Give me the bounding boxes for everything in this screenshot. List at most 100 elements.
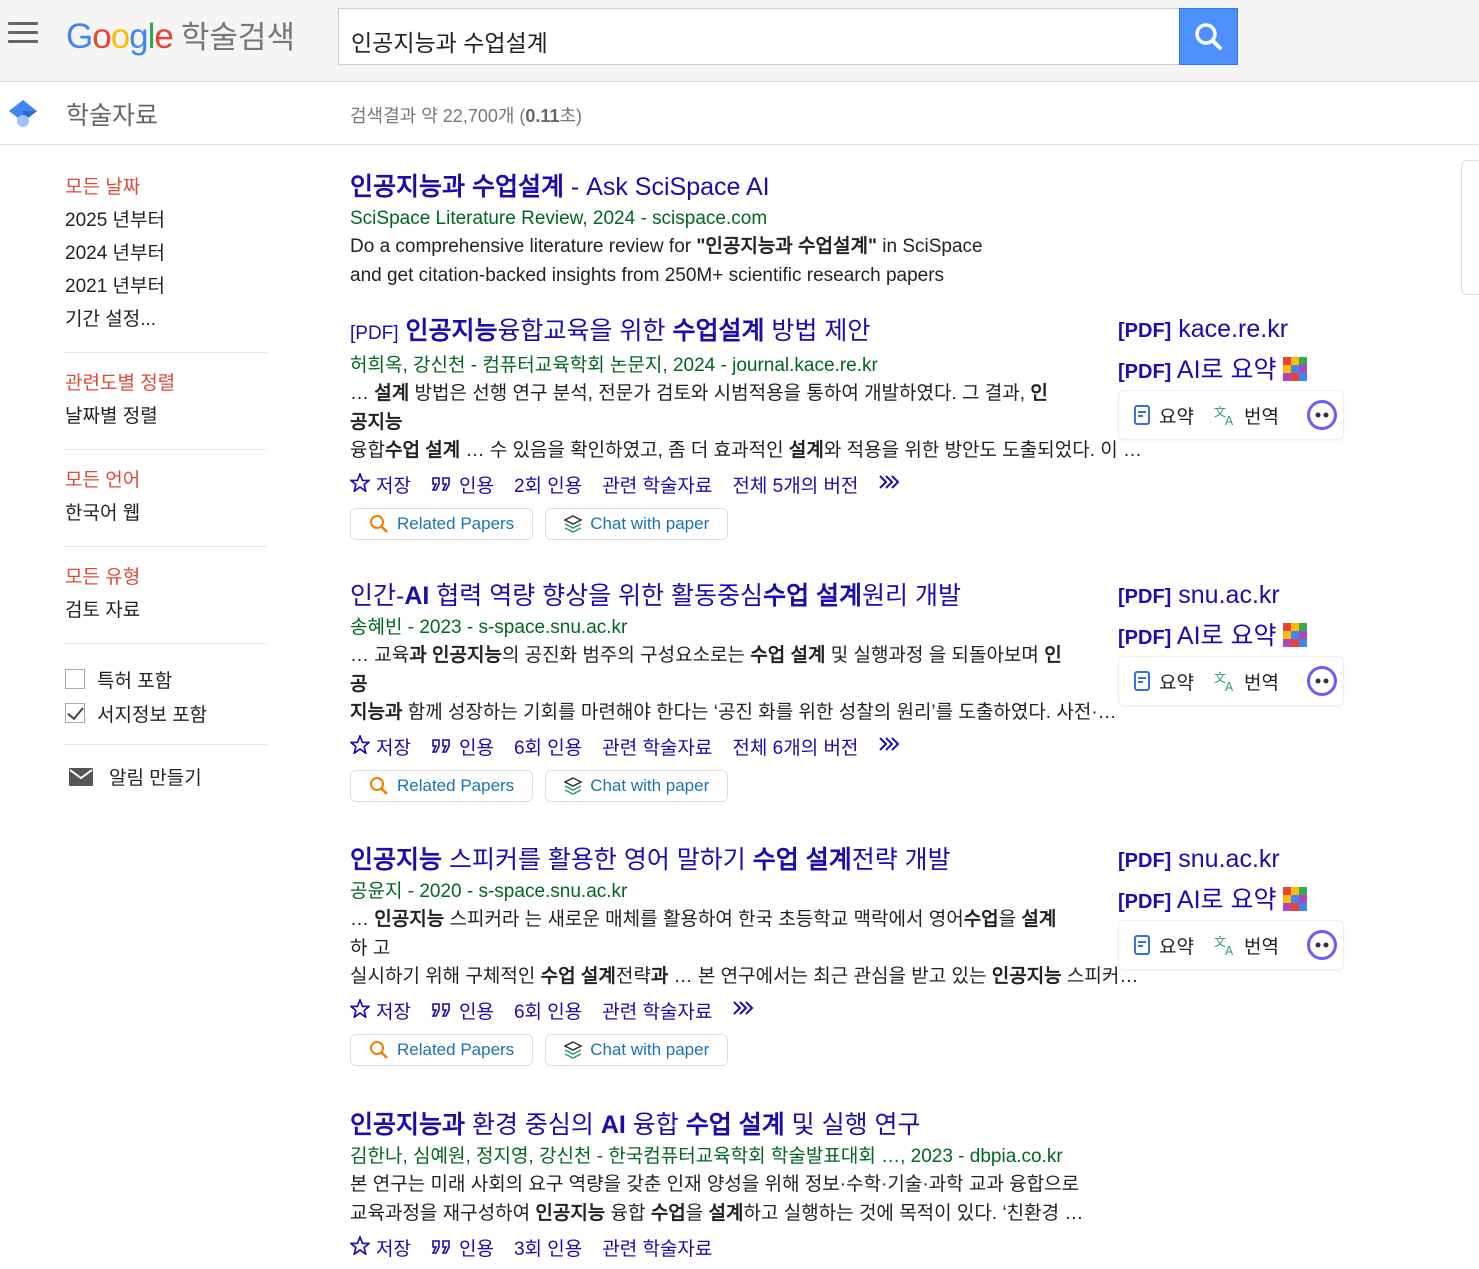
save-link[interactable]: 저장 xyxy=(348,997,411,1024)
checkbox-group: 특허 포함 서지정보 포함 xyxy=(65,662,267,745)
result-title-link[interactable]: 인공지능 스피커를 활용한 영어 말하기 수업 설계전략 개발 xyxy=(350,844,1180,876)
cite-link[interactable]: 인용 xyxy=(431,1234,494,1261)
plugin-buttons: Related Papers Chat with paper xyxy=(350,1033,1180,1066)
save-link[interactable]: 저장 xyxy=(348,1233,411,1261)
more-chevron-icon[interactable] xyxy=(732,1000,754,1022)
summarize-label: 요약 xyxy=(1159,936,1194,958)
more-chevron-icon[interactable] xyxy=(878,736,900,758)
pdf-label: [PDF] xyxy=(1118,891,1172,913)
related-papers-label: Related Papers xyxy=(397,775,515,795)
chat-with-paper-button[interactable]: Chat with paper xyxy=(545,769,729,802)
cited-by-link[interactable]: 6회 인용 xyxy=(514,733,582,760)
ai-assistant-icon[interactable] xyxy=(1307,666,1337,696)
cite-link[interactable]: 인용 xyxy=(431,997,494,1024)
quote-icon xyxy=(431,1003,450,1017)
include-patents-checkbox[interactable]: 특허 포함 xyxy=(65,662,267,696)
result-title-link[interactable]: 인공지능과 수업설계 - Ask SciSpace AI xyxy=(350,171,1180,203)
ai-summary-label: AI로 요약 xyxy=(1176,622,1277,650)
all-versions-link[interactable]: 전체 6개의 버전 xyxy=(732,733,858,760)
result-meta: 송혜빈 - 2023 - s-space.snu.ac.kr xyxy=(350,617,628,638)
checkbox-box[interactable] xyxy=(65,703,85,723)
more-chevron-icon[interactable] xyxy=(878,474,900,496)
pdf-label: [PDF] xyxy=(1118,320,1172,342)
translate-label: 번역 xyxy=(1243,672,1279,694)
ai-summary-link[interactable]: [PDF] AI로 요약 xyxy=(1118,616,1348,651)
translate-button[interactable]: 文 A 번역 xyxy=(1214,402,1279,429)
google-scholar-logo[interactable]: Google 학술검색 xyxy=(66,12,295,57)
date-filter-2021[interactable]: 2021 년부터 xyxy=(65,274,267,307)
sort-date[interactable]: 날짜별 정렬 xyxy=(65,404,267,437)
lang-all[interactable]: 모든 언어 xyxy=(65,468,267,501)
result-count: 검색결과 약 22,700개 (0.11초) xyxy=(350,102,582,128)
cite-link[interactable]: 인용 xyxy=(431,471,494,498)
date-filter-custom[interactable]: 기간 설정... xyxy=(65,307,267,340)
search-result: 인공지능 스피커를 활용한 영어 말하기 수업 설계전략 개발 공윤지 - 20… xyxy=(348,844,1180,1066)
cited-by-link[interactable]: 6회 인용 xyxy=(514,997,582,1024)
summarize-button[interactable]: 요약 xyxy=(1133,402,1194,429)
plugin-buttons: Related Papers Chat with paper xyxy=(350,769,1180,802)
sort-relevance[interactable]: 관련도별 정렬 xyxy=(65,371,267,404)
search-input[interactable]: 인공지능과 수업설계 xyxy=(338,8,1179,65)
related-articles-link[interactable]: 관련 학술자료 xyxy=(602,1234,712,1261)
create-alert-button[interactable]: 알림 만들기 xyxy=(65,763,267,790)
related-papers-button[interactable]: Related Papers xyxy=(350,1033,534,1066)
ai-summary-label: AI로 요약 xyxy=(1176,886,1277,914)
translate-button[interactable]: 文 A 번역 xyxy=(1214,668,1279,695)
translate-button[interactable]: 文 A 번역 xyxy=(1214,932,1279,959)
related-articles-link[interactable]: 관련 학술자료 xyxy=(602,733,712,760)
translate-label: 번역 xyxy=(1243,406,1279,428)
svg-text:A: A xyxy=(1225,414,1234,426)
lang-korean[interactable]: 한국어 웹 xyxy=(65,501,267,534)
cited-by-link[interactable]: 3회 인용 xyxy=(514,1234,582,1261)
related-papers-button[interactable]: Related Papers xyxy=(350,769,534,802)
summarize-button[interactable]: 요약 xyxy=(1133,932,1194,959)
date-filter-2025[interactable]: 2025 년부터 xyxy=(65,208,267,241)
date-filter-any[interactable]: 모든 날짜 xyxy=(65,175,267,208)
pdf-domain: snu.ac.kr xyxy=(1178,845,1280,873)
cite-link[interactable]: 인용 xyxy=(431,733,494,760)
side-panel-tab[interactable] xyxy=(1461,160,1479,295)
ai-summary-link[interactable]: [PDF] AI로 요약 xyxy=(1118,880,1348,915)
translate-icon: 文A xyxy=(1214,404,1234,426)
checkbox-box[interactable] xyxy=(65,669,85,689)
cited-by-link[interactable]: 2회 인용 xyxy=(514,471,582,498)
result-title-link[interactable]: 인공지능과 환경 중심의 AI 융합 수업 설계 및 실행 연구 xyxy=(350,1109,1180,1141)
star-icon xyxy=(348,1233,372,1256)
related-papers-button[interactable]: Related Papers xyxy=(350,507,534,540)
quote-icon xyxy=(431,1239,450,1254)
type-all[interactable]: 모든 유형 xyxy=(65,565,267,598)
search-button[interactable] xyxy=(1179,8,1238,65)
result-snippet: 본 연구는 미래 사회의 요구 역량을 갖춘 인재 양성을 위해 정보·수학·기… xyxy=(350,1174,1084,1224)
pdf-tag: [PDF] xyxy=(350,323,399,344)
all-versions-link[interactable]: 전체 5개의 버전 xyxy=(732,471,858,498)
type-review[interactable]: 검토 자료 xyxy=(65,598,267,631)
related-articles-link[interactable]: 관련 학술자료 xyxy=(602,997,712,1024)
chat-with-paper-button[interactable]: Chat with paper xyxy=(545,507,729,540)
checkbox-label: 서지정보 포함 xyxy=(97,704,208,726)
chat-with-paper-button[interactable]: Chat with paper xyxy=(545,1033,729,1066)
include-citations-checkbox[interactable]: 서지정보 포함 xyxy=(65,696,267,730)
hamburger-menu-icon[interactable] xyxy=(8,22,38,44)
ai-summary-link[interactable]: [PDF] AI로 요약 xyxy=(1118,350,1348,385)
summarize-label: 요약 xyxy=(1159,672,1194,694)
color-grid-icon xyxy=(1283,623,1308,647)
related-articles-link[interactable]: 관련 학술자료 xyxy=(602,471,712,498)
date-filter-2024[interactable]: 2024 년부터 xyxy=(65,241,267,274)
search-icon xyxy=(1195,23,1222,50)
pdf-link[interactable]: [PDF] snu.ac.kr xyxy=(1118,581,1348,616)
save-link[interactable]: 저장 xyxy=(348,733,411,760)
result-title-link[interactable]: [PDF] 인공지능융합교육을 위한 수업설계 방법 제안 xyxy=(350,315,1180,350)
pdf-link[interactable]: [PDF] kace.re.kr xyxy=(1118,315,1348,350)
save-label: 저장 xyxy=(376,738,411,759)
logo-letter: G xyxy=(66,17,93,56)
pdf-label: [PDF] xyxy=(1118,361,1172,383)
ai-assistant-icon[interactable] xyxy=(1307,930,1337,960)
result-title-link[interactable]: 인간-AI 협력 역량 향상을 위한 활동중심수업 설계원리 개발 xyxy=(350,580,1180,612)
ai-assistant-icon[interactable] xyxy=(1307,400,1337,430)
save-link[interactable]: 저장 xyxy=(348,471,411,498)
search-result: 인공지능과 수업설계 - Ask SciSpace AI SciSpace Li… xyxy=(350,171,1180,290)
language-group: 모든 언어 한국어 웹 xyxy=(65,468,267,547)
pdf-link[interactable]: [PDF] snu.ac.kr xyxy=(1118,845,1348,880)
result-snippet: … 설계 방법은 선행 연구 분석, 전문가 검토와 시범적용을 통하여 개발하… xyxy=(350,383,1143,461)
summarize-button[interactable]: 요약 xyxy=(1133,668,1194,695)
